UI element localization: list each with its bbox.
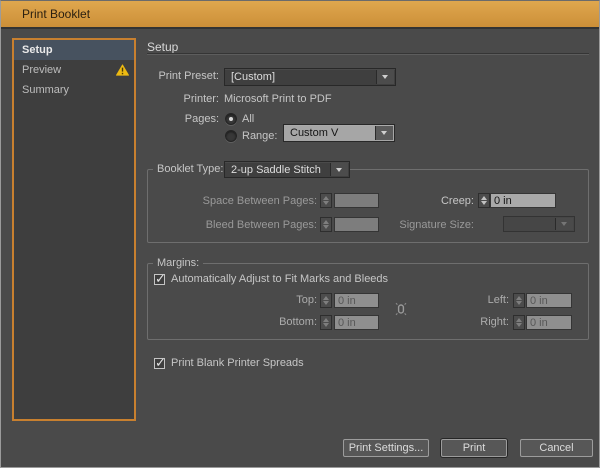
signature-size-dropdown bbox=[503, 216, 575, 232]
nav-item-setup[interactable]: Setup bbox=[14, 40, 134, 60]
pages-label: Pages: bbox=[99, 113, 219, 126]
print-blank-spreads-checkbox[interactable] bbox=[154, 358, 165, 369]
bleed-between-pages-field bbox=[334, 217, 379, 232]
nav-item-label: Summary bbox=[22, 84, 69, 96]
link-chain-icon bbox=[394, 300, 408, 318]
chevron-down-icon bbox=[375, 126, 393, 140]
bleed-between-pages-label: Bleed Between Pages: bbox=[177, 219, 317, 232]
space-between-pages-label: Space Between Pages: bbox=[177, 195, 317, 208]
chevron-down-icon bbox=[330, 163, 348, 176]
bleed-between-pages-stepper bbox=[320, 217, 332, 232]
printer-value: Microsoft Print to PDF bbox=[224, 93, 332, 106]
nav-item-label: Setup bbox=[22, 44, 53, 56]
pages-all-label: All bbox=[242, 113, 254, 126]
creep-field[interactable] bbox=[490, 193, 556, 208]
cancel-button[interactable]: Cancel bbox=[520, 439, 593, 457]
print-preset-label: Print Preset: bbox=[99, 70, 219, 83]
chevron-down-icon bbox=[376, 70, 394, 84]
print-button[interactable]: Print bbox=[441, 439, 507, 457]
margin-right-field bbox=[526, 315, 572, 330]
auto-adjust-label: Automatically Adjust to Fit Marks and Bl… bbox=[171, 273, 388, 286]
booklet-type-value: 2-up Saddle Stitch bbox=[231, 164, 321, 176]
pages-range-value: Custom V bbox=[290, 127, 338, 139]
print-booklet-dialog: Print Booklet Setup Preview Summary Setu… bbox=[0, 0, 600, 468]
margin-left-label: Left: bbox=[449, 294, 509, 307]
margins-label: Margins: bbox=[153, 257, 203, 270]
pages-range-dropdown[interactable]: Custom V bbox=[283, 124, 395, 142]
titlebar[interactable]: Print Booklet bbox=[1, 1, 599, 29]
margin-right-stepper bbox=[513, 315, 525, 330]
print-settings-button[interactable]: Print Settings... bbox=[343, 439, 429, 457]
printer-label: Printer: bbox=[99, 93, 219, 106]
creep-stepper[interactable] bbox=[478, 193, 490, 208]
pages-range-label: Range: bbox=[242, 130, 277, 143]
print-blank-spreads-label: Print Blank Printer Spreads bbox=[171, 357, 304, 370]
window-title: Print Booklet bbox=[22, 1, 90, 27]
pages-range-radio[interactable] bbox=[225, 130, 237, 142]
margin-bottom-stepper bbox=[320, 315, 332, 330]
heading-divider bbox=[147, 53, 589, 55]
booklet-type-label: Booklet Type: bbox=[153, 163, 227, 176]
margin-right-label: Right: bbox=[449, 316, 509, 329]
pages-all-radio[interactable] bbox=[225, 113, 237, 125]
margin-top-stepper bbox=[320, 293, 332, 308]
margin-left-stepper bbox=[513, 293, 525, 308]
print-preset-dropdown[interactable]: [Custom] bbox=[224, 68, 396, 86]
space-between-pages-field bbox=[334, 193, 379, 208]
space-between-pages-stepper bbox=[320, 193, 332, 208]
margin-bottom-field bbox=[334, 315, 379, 330]
margin-left-field bbox=[526, 293, 572, 308]
print-preset-value: [Custom] bbox=[231, 71, 275, 83]
margin-top-label: Top: bbox=[257, 294, 317, 307]
booklet-type-dropdown[interactable]: 2-up Saddle Stitch bbox=[224, 161, 350, 178]
chevron-down-icon bbox=[555, 218, 573, 230]
creep-label: Creep: bbox=[398, 195, 474, 208]
signature-size-label: Signature Size: bbox=[378, 219, 474, 232]
nav-item-label: Preview bbox=[22, 64, 61, 76]
page-title: Setup bbox=[147, 40, 178, 54]
auto-adjust-checkbox[interactable] bbox=[154, 274, 165, 285]
margin-bottom-label: Bottom: bbox=[247, 316, 317, 329]
margin-top-field bbox=[334, 293, 379, 308]
